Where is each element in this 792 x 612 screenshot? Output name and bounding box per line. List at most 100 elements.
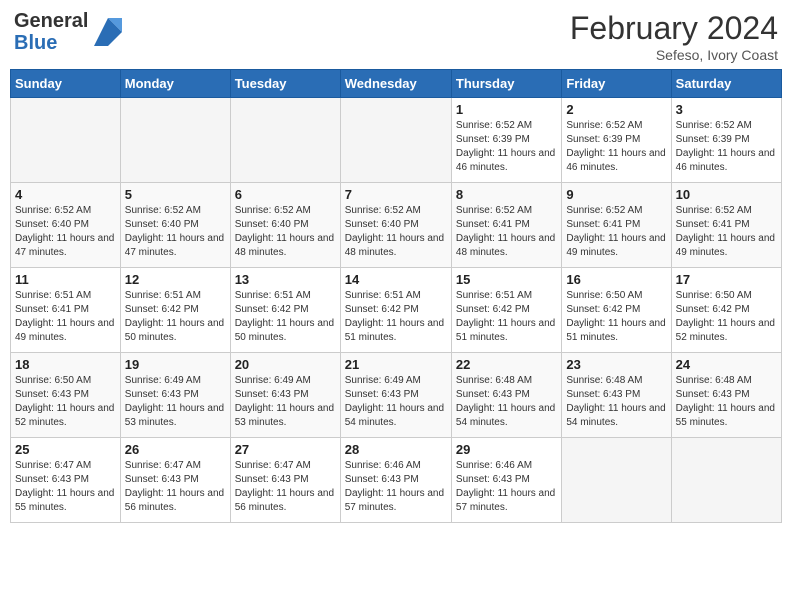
- day-number: 29: [456, 442, 557, 457]
- day-cell: [11, 98, 121, 183]
- day-cell: 11 Sunrise: 6:51 AM Sunset: 6:41 PM Dayli…: [11, 268, 121, 353]
- day-number: 17: [676, 272, 777, 287]
- day-cell: 23 Sunrise: 6:48 AM Sunset: 6:43 PM Dayli…: [562, 353, 671, 438]
- calendar-header-row: SundayMondayTuesdayWednesdayThursdayFrid…: [11, 70, 782, 98]
- day-info: Sunrise: 6:49 AM Sunset: 6:43 PM Dayligh…: [345, 374, 447, 430]
- day-cell: 2 Sunrise: 6:52 AM Sunset: 6:39 PM Daylig…: [562, 98, 671, 183]
- day-number: 12: [125, 272, 226, 287]
- day-cell: 1 Sunrise: 6:52 AM Sunset: 6:39 PM Daylig…: [451, 98, 561, 183]
- day-number: 10: [676, 187, 777, 202]
- week-row-0: 1 Sunrise: 6:52 AM Sunset: 6:39 PM Daylig…: [11, 98, 782, 183]
- day-cell: 20 Sunrise: 6:49 AM Sunset: 6:43 PM Dayli…: [230, 353, 340, 438]
- day-info: Sunrise: 6:51 AM Sunset: 6:42 PM Dayligh…: [235, 289, 336, 345]
- day-info: Sunrise: 6:49 AM Sunset: 6:43 PM Dayligh…: [235, 374, 336, 430]
- day-cell: 18 Sunrise: 6:50 AM Sunset: 6:43 PM Dayli…: [11, 353, 121, 438]
- day-number: 5: [125, 187, 226, 202]
- day-info: Sunrise: 6:51 AM Sunset: 6:42 PM Dayligh…: [456, 289, 557, 345]
- day-number: 24: [676, 357, 777, 372]
- day-number: 21: [345, 357, 447, 372]
- week-row-1: 4 Sunrise: 6:52 AM Sunset: 6:40 PM Daylig…: [11, 183, 782, 268]
- day-info: Sunrise: 6:52 AM Sunset: 6:39 PM Dayligh…: [566, 119, 666, 175]
- day-info: Sunrise: 6:52 AM Sunset: 6:41 PM Dayligh…: [566, 204, 666, 260]
- day-number: 15: [456, 272, 557, 287]
- day-number: 26: [125, 442, 226, 457]
- day-number: 22: [456, 357, 557, 372]
- day-cell: 10Sunrise: 6:52 AM Sunset: 6:41 PM Dayli…: [671, 183, 781, 268]
- day-cell: [120, 98, 230, 183]
- day-number: 19: [125, 357, 226, 372]
- day-info: Sunrise: 6:52 AM Sunset: 6:40 PM Dayligh…: [15, 204, 116, 260]
- day-cell: [230, 98, 340, 183]
- day-cell: 17 Sunrise: 6:50 AM Sunset: 6:42 PM Dayli…: [671, 268, 781, 353]
- day-number: 11: [15, 272, 116, 287]
- day-cell: 25 Sunrise: 6:47 AM Sunset: 6:43 PM Dayli…: [11, 438, 121, 523]
- day-cell: [340, 98, 451, 183]
- day-cell: 7Sunrise: 6:52 AM Sunset: 6:40 PM Daylig…: [340, 183, 451, 268]
- day-info: Sunrise: 6:49 AM Sunset: 6:43 PM Dayligh…: [125, 374, 226, 430]
- day-number: 28: [345, 442, 447, 457]
- day-number: 27: [235, 442, 336, 457]
- day-number: 13: [235, 272, 336, 287]
- day-info: Sunrise: 6:52 AM Sunset: 6:39 PM Dayligh…: [676, 119, 777, 175]
- day-info: Sunrise: 6:46 AM Sunset: 6:43 PM Dayligh…: [345, 459, 447, 515]
- day-cell: [671, 438, 781, 523]
- day-number: 8: [456, 187, 557, 202]
- logo-icon: [94, 18, 122, 46]
- day-number: 3: [676, 102, 777, 117]
- day-info: Sunrise: 6:47 AM Sunset: 6:43 PM Dayligh…: [235, 459, 336, 515]
- day-number: 2: [566, 102, 666, 117]
- day-number: 4: [15, 187, 116, 202]
- day-cell: 19 Sunrise: 6:49 AM Sunset: 6:43 PM Dayli…: [120, 353, 230, 438]
- header-sunday: Sunday: [11, 70, 121, 98]
- day-number: 6: [235, 187, 336, 202]
- day-info: Sunrise: 6:48 AM Sunset: 6:43 PM Dayligh…: [566, 374, 666, 430]
- week-row-3: 18 Sunrise: 6:50 AM Sunset: 6:43 PM Dayli…: [11, 353, 782, 438]
- day-info: Sunrise: 6:48 AM Sunset: 6:43 PM Dayligh…: [676, 374, 777, 430]
- day-cell: 27 Sunrise: 6:47 AM Sunset: 6:43 PM Dayli…: [230, 438, 340, 523]
- day-number: 14: [345, 272, 447, 287]
- day-cell: 9 Sunrise: 6:52 AM Sunset: 6:41 PM Daylig…: [562, 183, 671, 268]
- day-number: 25: [15, 442, 116, 457]
- week-row-4: 25 Sunrise: 6:47 AM Sunset: 6:43 PM Dayli…: [11, 438, 782, 523]
- day-info: Sunrise: 6:51 AM Sunset: 6:42 PM Dayligh…: [125, 289, 226, 345]
- day-info: Sunrise: 6:52 AM Sunset: 6:40 PM Dayligh…: [125, 204, 226, 260]
- day-number: 23: [566, 357, 666, 372]
- day-info: Sunrise: 6:50 AM Sunset: 6:42 PM Dayligh…: [676, 289, 777, 345]
- logo-blue: Blue: [14, 32, 88, 54]
- header-saturday: Saturday: [671, 70, 781, 98]
- header-friday: Friday: [562, 70, 671, 98]
- logo-general: General: [14, 10, 88, 32]
- day-number: 1: [456, 102, 557, 117]
- page-header: General Blue February 2024 Sefeso, Ivory…: [10, 10, 782, 63]
- day-cell: 24 Sunrise: 6:48 AM Sunset: 6:43 PM Dayli…: [671, 353, 781, 438]
- day-cell: 22Sunrise: 6:48 AM Sunset: 6:43 PM Dayli…: [451, 353, 561, 438]
- logo: General Blue: [14, 10, 122, 54]
- day-cell: 16 Sunrise: 6:50 AM Sunset: 6:42 PM Dayli…: [562, 268, 671, 353]
- day-number: 16: [566, 272, 666, 287]
- day-info: Sunrise: 6:47 AM Sunset: 6:43 PM Dayligh…: [15, 459, 116, 515]
- day-number: 20: [235, 357, 336, 372]
- header-monday: Monday: [120, 70, 230, 98]
- day-cell: 8 Sunrise: 6:52 AM Sunset: 6:41 PM Daylig…: [451, 183, 561, 268]
- day-info: Sunrise: 6:51 AM Sunset: 6:41 PM Dayligh…: [15, 289, 116, 345]
- day-info: Sunrise: 6:47 AM Sunset: 6:43 PM Dayligh…: [125, 459, 226, 515]
- day-cell: 15 Sunrise: 6:51 AM Sunset: 6:42 PM Dayli…: [451, 268, 561, 353]
- day-number: 9: [566, 187, 666, 202]
- day-number: 18: [15, 357, 116, 372]
- day-cell: 5 Sunrise: 6:52 AM Sunset: 6:40 PM Daylig…: [120, 183, 230, 268]
- day-cell: 21 Sunrise: 6:49 AM Sunset: 6:43 PM Dayli…: [340, 353, 451, 438]
- day-info: Sunrise: 6:52 AM Sunset: 6:41 PM Dayligh…: [456, 204, 557, 260]
- day-info: Sunrise: 6:50 AM Sunset: 6:43 PM Dayligh…: [15, 374, 116, 430]
- day-cell: 12 Sunrise: 6:51 AM Sunset: 6:42 PM Dayli…: [120, 268, 230, 353]
- day-info: Sunrise: 6:50 AM Sunset: 6:42 PM Dayligh…: [566, 289, 666, 345]
- day-cell: [562, 438, 671, 523]
- day-cell: 13 Sunrise: 6:51 AM Sunset: 6:42 PM Dayli…: [230, 268, 340, 353]
- day-cell: 3 Sunrise: 6:52 AM Sunset: 6:39 PM Daylig…: [671, 98, 781, 183]
- header-wednesday: Wednesday: [340, 70, 451, 98]
- title-block: February 2024 Sefeso, Ivory Coast: [570, 10, 778, 63]
- day-cell: 26 Sunrise: 6:47 AM Sunset: 6:43 PM Dayli…: [120, 438, 230, 523]
- day-info: Sunrise: 6:52 AM Sunset: 6:39 PM Dayligh…: [456, 119, 557, 175]
- day-cell: 28 Sunrise: 6:46 AM Sunset: 6:43 PM Dayli…: [340, 438, 451, 523]
- day-cell: 6Sunrise: 6:52 AM Sunset: 6:40 PM Daylig…: [230, 183, 340, 268]
- day-cell: 29Sunrise: 6:46 AM Sunset: 6:43 PM Dayli…: [451, 438, 561, 523]
